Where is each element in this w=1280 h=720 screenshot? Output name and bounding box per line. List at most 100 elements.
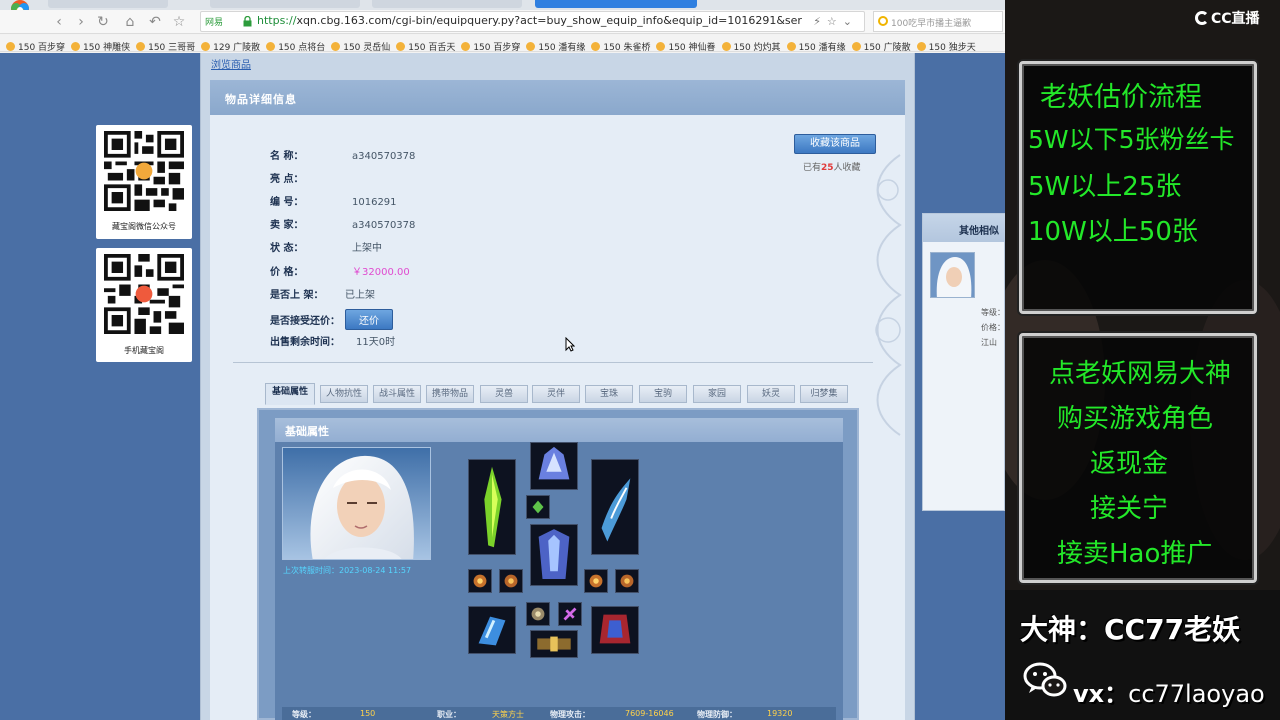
bookmark-icon	[851, 42, 861, 51]
field-seller: 卖 家： a340570378	[270, 220, 416, 231]
lock-icon	[243, 16, 252, 27]
equip-slot-boots[interactable]	[591, 606, 639, 654]
url-text[interactable]: https://xqn.cbg.163.com/cgi-bin/equipque…	[257, 14, 802, 27]
browser-window: ‹ › ↻ ⌂ ↶ ☆ 网易 https://xqn.cbg.163.com/c…	[0, 0, 1005, 720]
bookmark-item[interactable]: 150 百步穿	[6, 40, 65, 51]
sign-line: 5W以上25张	[1028, 172, 1182, 202]
bookmark-item[interactable]: 150 独步天	[916, 40, 976, 51]
detail-panel: 名 称： a340570378 亮 点： 编 号： 1016291 卖 家： a340…	[210, 115, 905, 720]
bookmark-item[interactable]: 150 灼灼其	[721, 40, 781, 51]
home-icon[interactable]: ⌂	[121, 13, 139, 31]
main-content: 浏览商品 物品详细信息 名 称： a340570378 亮 点： 编 号： 10…	[200, 53, 915, 720]
tab-attribute[interactable]: 灵伴	[532, 385, 580, 403]
browser-tab[interactable]	[372, 0, 522, 8]
bookmark-icon	[461, 42, 471, 51]
sign-line: 点老妖网易大神	[1049, 359, 1232, 389]
tab-attribute[interactable]: 家园	[693, 385, 741, 403]
tab-attribute[interactable]: 宝珠	[585, 385, 633, 403]
field-name: 名 称： a340570378	[270, 151, 416, 162]
breadcrumb-link[interactable]: 浏览商品	[211, 56, 251, 71]
cloud-ornament	[875, 154, 902, 436]
attribute-content: 上次转服时间：2023-08-24 11:57 等级： 150 职业： 天策方士…	[275, 442, 843, 720]
back-icon[interactable]: ‹	[50, 13, 68, 31]
equip-slot-offhand[interactable]	[591, 459, 639, 555]
tab-attribute[interactable]: 归梦集	[800, 385, 848, 403]
stream-overlay: CC直播 老妖估价流程 5W以下5张粉丝卡 5W以上25张 10W以上50张 点…	[1005, 0, 1280, 720]
browser-toolbar: ‹ › ↻ ⌂ ↶ ☆ 网易 https://xqn.cbg.163.com/c…	[0, 10, 1005, 34]
bookmark-item[interactable]: 150 百步穿	[461, 40, 520, 51]
bookmark-item[interactable]: 150 灵岳仙	[331, 40, 390, 51]
pricing-sign: 老妖估价流程 5W以下5张粉丝卡 5W以上25张 10W以上50张	[1019, 61, 1257, 314]
field-listed: 是否上 架： 已上架	[270, 290, 375, 301]
browser-tab-active[interactable]	[535, 0, 697, 8]
bookmark-item[interactable]: 150 神雕侠	[71, 40, 130, 51]
attribute-box-header: 基础属性	[275, 418, 843, 442]
tab-attribute[interactable]: 妖灵	[747, 385, 795, 403]
attribute-box: 基础属性 上次转服时间：2023-08-24 11:57 等级： 150 职业：…	[257, 408, 859, 720]
equip-slot-gem[interactable]	[526, 495, 550, 519]
equip-slot-charm[interactable]	[558, 602, 582, 626]
similar-item-thumbnail[interactable]	[930, 252, 975, 298]
bookmarks-bar: 150 百步穿 150 神雕侠 150 三哥哥 129 广陵散 150 点将台 150 灵…	[0, 35, 1005, 52]
equip-slot-armor[interactable]	[530, 524, 578, 586]
browser-tab[interactable]	[48, 0, 168, 8]
reload-icon[interactable]: ↻	[94, 13, 112, 31]
browser-tab[interactable]	[210, 0, 360, 8]
cc-logo-icon	[1195, 11, 1209, 25]
tab-attribute[interactable]: 灵兽	[480, 385, 528, 403]
bookmark-icon	[201, 42, 211, 51]
attribute-tabs: 基础属性 人物抗性 战斗属性 携带物品 灵兽 灵伴 宝珠 宝驹 家园 妖灵 归梦集	[265, 383, 865, 405]
equip-slot-ring[interactable]	[615, 569, 639, 593]
favorite-button[interactable]: 收藏该商品	[794, 134, 876, 154]
bookmark-icon	[916, 42, 926, 51]
sign-line: 接卖Hao推广	[1057, 539, 1213, 569]
web-page: 藏宝阁微信公众号 手机藏宝阁 浏览商品 物品详细信息 名 称： a3405703…	[0, 53, 1005, 720]
bookmark-icon	[396, 42, 406, 51]
equip-slot-helmet[interactable]	[530, 442, 578, 490]
bookmark-icon	[331, 42, 341, 51]
stat-label: 物理防御：	[697, 710, 737, 719]
equip-slot-bracer[interactable]	[468, 606, 516, 654]
equip-slot-ring[interactable]	[499, 569, 523, 593]
sign-line: 购买游戏角色	[1057, 404, 1214, 434]
search-input[interactable]: 100吃早市播主逼歉	[873, 11, 1003, 32]
qr-caption: 藏宝阁微信公众号	[112, 222, 176, 231]
equip-slot-weapon[interactable]	[468, 459, 516, 555]
forward-icon[interactable]: ›	[72, 13, 90, 31]
equip-slot-ring[interactable]	[468, 569, 492, 593]
star-icon[interactable]: ☆	[170, 13, 188, 31]
counter-offer-button[interactable]: 还价	[345, 309, 393, 330]
equip-slot-charm[interactable]	[526, 602, 550, 626]
bookmark-item[interactable]: 150 三哥哥	[136, 40, 195, 51]
stat-label: 物理攻击：	[550, 710, 590, 719]
attribute-box-title: 基础属性	[285, 425, 329, 438]
detail-header: 物品详细信息	[210, 80, 905, 115]
tab-attribute[interactable]: 战斗属性	[373, 385, 421, 403]
detail-title: 物品详细信息	[225, 93, 297, 106]
similar-level: 等级：	[981, 308, 1005, 317]
field-counter-offer: 是否接受还价： 还价	[270, 309, 393, 330]
bookmark-item[interactable]: 150 点将台	[266, 40, 325, 51]
address-bar[interactable]: 网易 https://xqn.cbg.163.com/cgi-bin/equip…	[200, 11, 865, 32]
bookmark-item[interactable]: 150 百舌天	[396, 40, 455, 51]
address-actions[interactable]: ⚡☆⌄	[813, 15, 858, 28]
tab-attribute[interactable]: 人物抗性	[320, 385, 368, 403]
field-remaining: 出售剩余时间： 11天0时	[270, 337, 396, 348]
bookmark-item[interactable]: 129 广陵散	[201, 40, 260, 51]
bookmark-item[interactable]: 150 神仙眷	[656, 40, 716, 51]
equip-slot-belt[interactable]	[530, 630, 578, 658]
similar-price: 价格：	[981, 323, 1005, 332]
favorite-count: 已有25人收藏	[803, 163, 861, 173]
tab-attribute[interactable]: 携带物品	[426, 385, 474, 403]
bookmark-item[interactable]: 150 潘有缘	[526, 40, 585, 51]
bookmark-icon	[591, 42, 601, 51]
bookmark-item[interactable]: 150 广陵散	[851, 40, 911, 51]
bookmark-item[interactable]: 150 潘有缘	[786, 40, 846, 51]
field-id: 编 号： 1016291	[270, 197, 397, 208]
undo-icon[interactable]: ↶	[146, 13, 164, 31]
equip-slot-ring[interactable]	[584, 569, 608, 593]
tab-attribute[interactable]: 宝驹	[639, 385, 687, 403]
qr-caption: 手机藏宝阁	[124, 346, 164, 355]
tab-attribute[interactable]: 基础属性	[265, 383, 315, 405]
bookmark-item[interactable]: 150 朱雀桥	[591, 40, 650, 51]
